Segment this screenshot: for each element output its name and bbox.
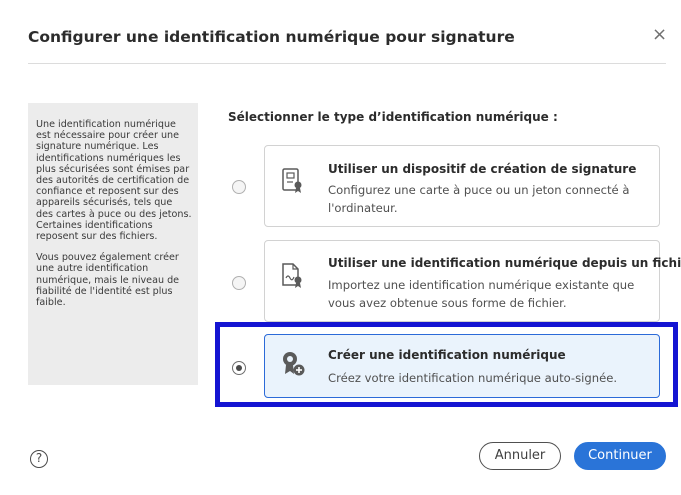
continue-button[interactable]: Continuer bbox=[574, 442, 666, 470]
info-paragraph-1: Une identification numérique est nécessa… bbox=[36, 119, 192, 243]
option-description: Configurez une carte à puce ou un jeton … bbox=[328, 183, 630, 215]
section-label: Sélectionner le type d’identification nu… bbox=[228, 110, 558, 124]
dialog-title: Configurer une identification numérique … bbox=[28, 28, 515, 46]
cancel-button[interactable]: Annuler bbox=[479, 442, 561, 470]
option-file-id[interactable]: Utiliser une identification numérique de… bbox=[264, 240, 681, 322]
option-signature-device[interactable]: Utiliser un dispositif de création de si… bbox=[264, 145, 660, 227]
selection-highlight-frame bbox=[215, 322, 678, 407]
option-title: Utiliser une identification numérique de… bbox=[328, 256, 681, 270]
info-panel: Une identification numérique est nécessa… bbox=[28, 103, 198, 385]
smartcard-certificate-icon bbox=[282, 168, 302, 193]
close-icon[interactable]: × bbox=[652, 26, 667, 44]
info-paragraph-2: Vous pouvez également créer une autre id… bbox=[36, 252, 180, 309]
option-title: Utiliser un dispositif de création de si… bbox=[328, 162, 637, 176]
help-icon[interactable]: ? bbox=[30, 450, 48, 468]
title-divider bbox=[28, 63, 666, 64]
radio-signature-device[interactable] bbox=[232, 180, 246, 194]
file-certificate-icon bbox=[282, 263, 302, 288]
radio-file-id[interactable] bbox=[232, 276, 246, 290]
option-description: Importez une identification numérique ex… bbox=[328, 278, 635, 310]
